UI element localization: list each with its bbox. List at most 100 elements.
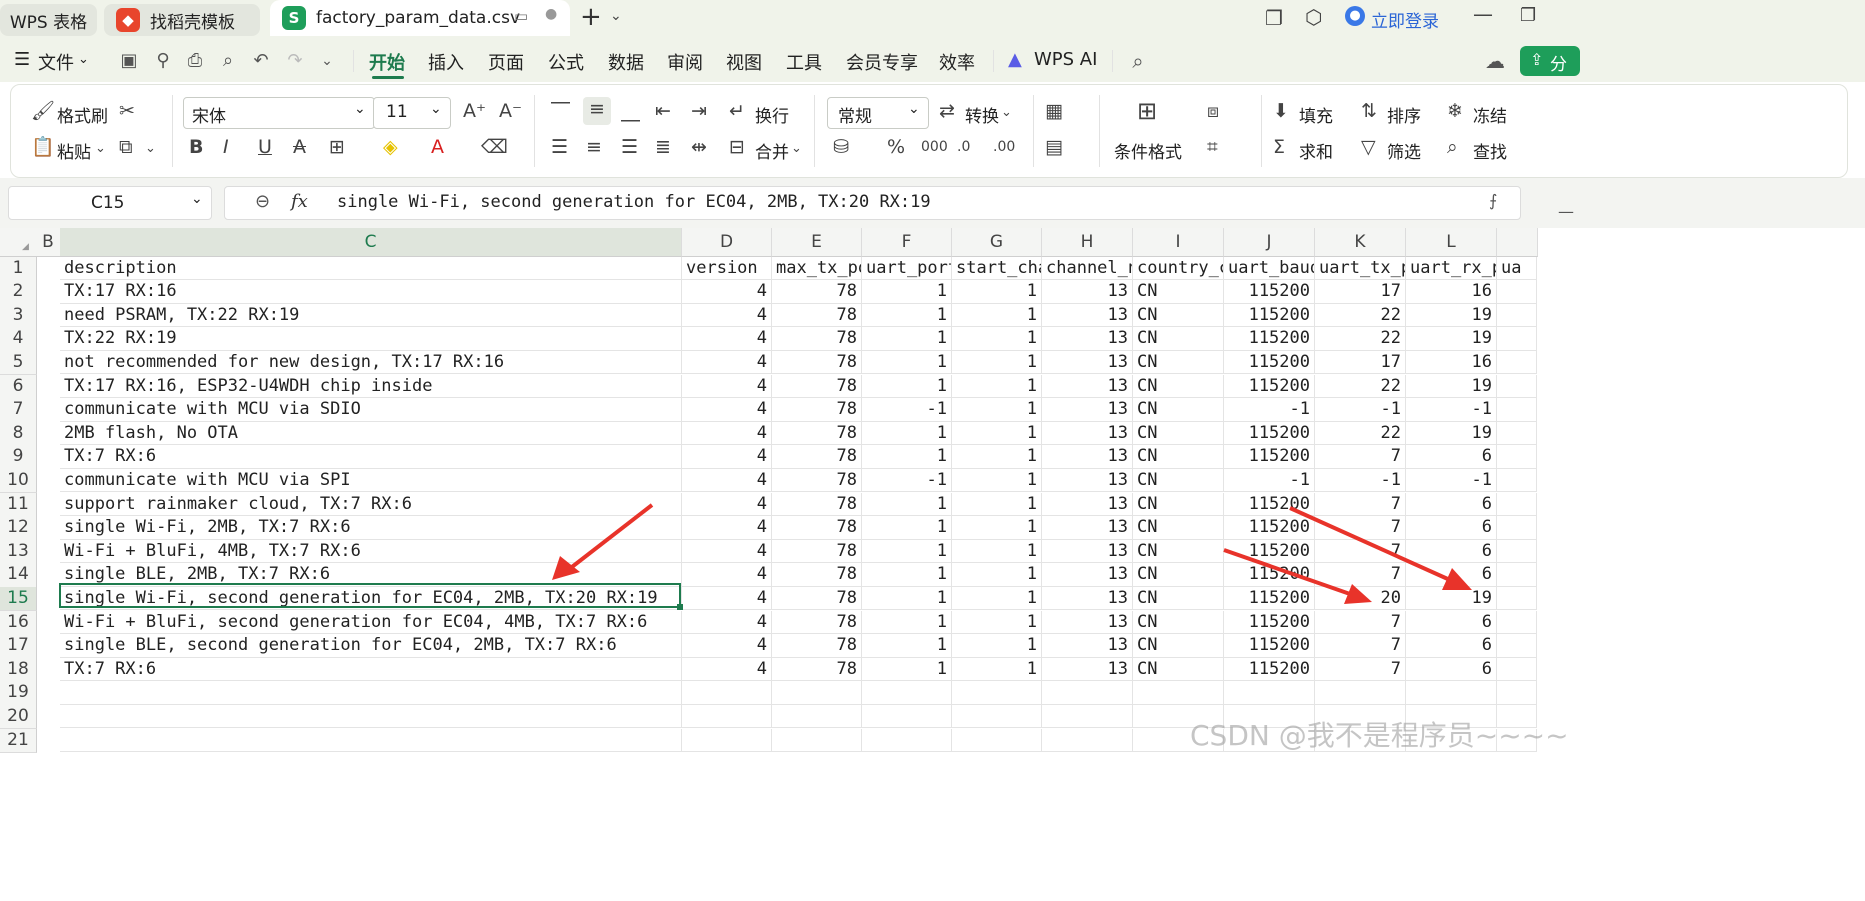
name-box[interactable]: C15 ⌄ [8,186,212,220]
menu-insert[interactable]: 插入 [428,49,464,75]
fill-button[interactable]: 填充 [1299,102,1333,127]
table-style-icon[interactable]: ▤ [1045,135,1063,159]
sum-icon[interactable]: Σ [1273,135,1285,159]
unsaved-dot-icon[interactable]: ● [545,6,557,22]
decrease-decimal-icon[interactable]: .00 [993,135,1015,159]
strikethrough-icon[interactable]: A [293,135,306,159]
thousands-icon[interactable]: 000 [921,135,948,159]
copy-icon[interactable]: ⧉ [119,135,133,159]
function-wizard-icon[interactable]: ⨍ [1489,191,1497,210]
window-layout-icon[interactable]: ❐ [1265,6,1283,30]
zoom-formula-icon[interactable]: ⊖ [255,191,270,212]
merge-icon[interactable]: ⊟ [729,135,745,159]
quick-access-chevron-icon[interactable]: ⌄ [316,50,338,72]
filter-button[interactable]: 筛选 [1387,138,1421,163]
menu-member[interactable]: 会员专享 [846,49,918,75]
cell-style-icon[interactable]: ▦ [1045,99,1063,123]
align-middle-icon[interactable]: ≡ [583,97,611,125]
copy-chevron-icon[interactable]: ⌄ [145,137,156,161]
menu-efficiency[interactable]: 效率 [939,49,975,75]
login-link[interactable]: 立即登录 [1371,7,1439,32]
crop-icon[interactable]: ⌗ [1207,135,1218,159]
merge-chevron-icon[interactable]: ⌄ [791,137,802,161]
percent-icon[interactable]: % [887,135,905,159]
find-icon[interactable]: ⌕ [1447,135,1458,159]
user-avatar-icon[interactable]: ● [1345,6,1365,26]
underline-icon[interactable]: U [258,135,272,159]
monitor-icon[interactable]: ▭ [514,7,528,25]
tab-list-chevron-icon[interactable]: ⌄ [610,8,622,24]
save-icon[interactable]: ▣ [118,50,140,72]
font-size-select[interactable]: 11 ⌄ [373,97,451,129]
align-bottom-icon[interactable]: ⎽ [621,99,640,123]
menu-tools[interactable]: 工具 [786,49,822,75]
clear-format-icon[interactable]: ⌫ [481,135,508,159]
search-icon[interactable]: ⌕ [1127,50,1149,72]
tab-active-file[interactable]: S factory_param_data.csv ▭ ● [270,0,570,36]
cut-icon[interactable]: ✂ [119,99,135,123]
font-color-icon[interactable]: A [431,135,444,159]
filter-icon[interactable]: ▽ [1361,135,1376,159]
currency-icon[interactable]: ⛁ [833,135,849,159]
merge-button[interactable]: 合并 [755,138,789,163]
increase-decimal-icon[interactable]: .0 [957,135,970,159]
file-menu[interactable]: 文件 [38,49,74,75]
wps-ai-button[interactable]: WPS AI [1034,49,1097,70]
fill-color-icon[interactable]: ◈ [383,135,398,159]
align-left-icon[interactable]: ☰ [551,135,568,159]
freeze-button[interactable]: 冻结 [1473,102,1507,127]
increase-font-icon[interactable]: A⁺ [463,99,486,123]
menu-formula[interactable]: 公式 [548,49,584,75]
share-button[interactable]: ⇪ 分 [1520,46,1580,76]
freeze-icon[interactable]: ❄ [1447,99,1463,123]
bold-icon[interactable]: B [189,135,203,159]
restore-icon[interactable]: ❐ [1520,5,1536,26]
minimize-icon[interactable]: — [1473,2,1493,26]
fill-style-icon[interactable]: ⧈ [1207,99,1219,123]
menu-page[interactable]: 页面 [488,49,524,75]
cube-icon[interactable]: ⬡ [1305,5,1322,29]
hamburger-icon[interactable]: ☰ [14,49,30,70]
undo-icon[interactable]: ↶ [250,50,272,72]
menu-home[interactable]: 开始 [369,49,405,75]
share-link-icon[interactable]: ⚲ [152,50,174,72]
indent-decrease-icon[interactable]: ⇤ [655,99,671,123]
cloud-upload-icon[interactable]: ☁ [1484,50,1506,72]
wrap-text-button[interactable]: 换行 [755,102,789,127]
border-icon[interactable]: ⊞ [329,135,345,159]
paste-button[interactable]: 粘贴 [57,138,91,163]
align-right-icon[interactable]: ☰ [621,135,638,159]
formula-input[interactable]: ⊖ fx single Wi-Fi, second generation for… [224,186,1521,220]
conditional-format-button[interactable]: 条件格式 [1114,138,1182,163]
menu-view[interactable]: 视图 [726,49,762,75]
paste-icon[interactable]: 📋 [31,135,55,159]
print-preview-icon[interactable]: ⌕ [217,50,239,72]
conditional-format-icon[interactable]: ⊞ [1137,99,1157,123]
distributed-align-icon[interactable]: ⇹ [691,135,707,159]
menu-review[interactable]: 审阅 [667,49,703,75]
align-top-icon[interactable]: ⎺ [551,99,570,123]
italic-icon[interactable]: I [223,135,229,159]
wrap-text-icon[interactable]: ↵ [729,99,745,123]
new-tab-plus-icon[interactable]: + [580,2,602,32]
convert-button[interactable]: 转换 [965,102,999,127]
sort-icon[interactable]: ⇅ [1361,99,1377,123]
convert-icon[interactable]: ⇄ [939,99,955,123]
fill-icon[interactable]: ⬇ [1273,99,1289,123]
fx-icon[interactable]: fx [291,191,308,212]
tab-wps-home[interactable]: WPS 表格 [0,4,97,36]
find-button[interactable]: 查找 [1473,138,1507,163]
sum-button[interactable]: 求和 [1299,138,1333,163]
number-format-select[interactable]: 常规 ⌄ [827,97,929,129]
menu-data[interactable]: 数据 [608,49,644,75]
format-painter-button[interactable]: 格式刷 [57,102,108,127]
collapse-panel-icon[interactable]: — [1558,202,1574,221]
print-icon[interactable]: ⎙ [184,50,206,72]
font-name-select[interactable]: 宋体 ⌄ [183,97,375,129]
sort-button[interactable]: 排序 [1387,102,1421,127]
tab-template[interactable]: ◆ 找稻壳模板 [104,4,260,36]
indent-increase-icon[interactable]: ⇥ [691,99,707,123]
paste-chevron-icon[interactable]: ⌄ [95,137,106,161]
align-center-icon[interactable]: ≡ [586,135,602,159]
decrease-font-icon[interactable]: A⁻ [499,99,522,123]
